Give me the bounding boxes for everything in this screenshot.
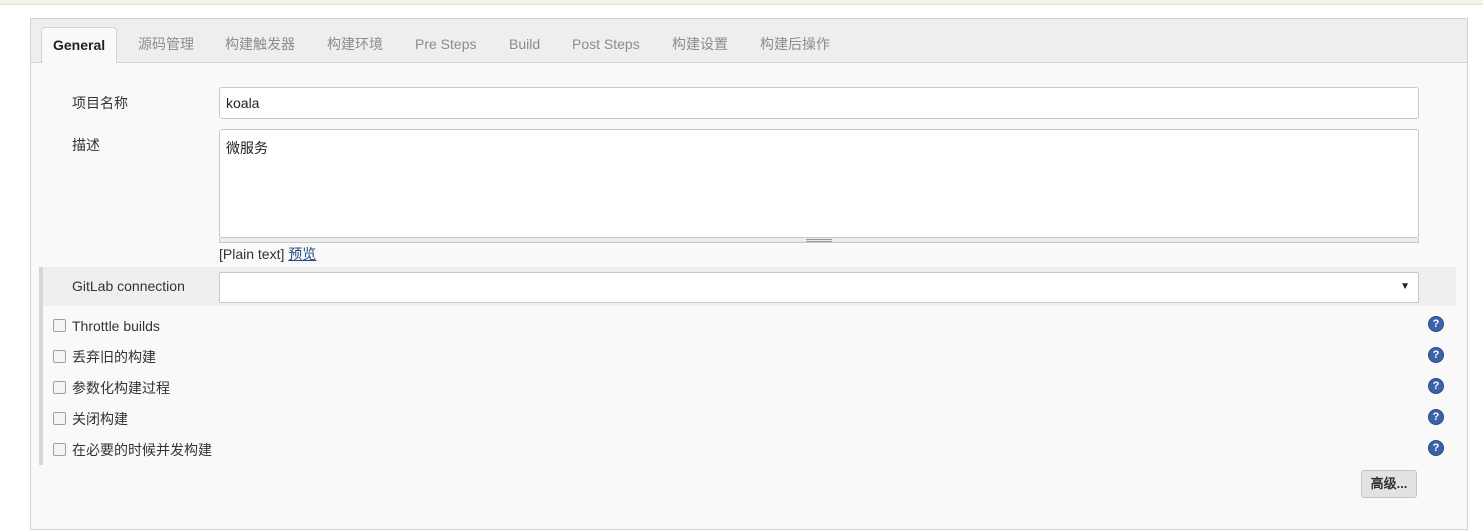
parameterized-build-label: 参数化构建过程: [72, 380, 170, 396]
preview-link[interactable]: 预览: [288, 246, 316, 262]
help-icon[interactable]: ?: [1428, 440, 1444, 456]
discard-old-builds-checkbox[interactable]: [53, 350, 66, 363]
help-icon[interactable]: ?: [1428, 347, 1444, 363]
discard-old-builds-label: 丢弃旧的构建: [72, 349, 156, 365]
description-label: 描述: [72, 137, 100, 153]
concurrent-builds-checkbox[interactable]: [53, 443, 66, 456]
disable-build-label: 关闭构建: [72, 411, 128, 427]
tab-build-environment[interactable]: 构建环境: [327, 27, 383, 62]
tab-build-triggers[interactable]: 构建触发器: [225, 27, 295, 62]
help-icon[interactable]: ?: [1428, 316, 1444, 332]
config-panel: General 源码管理 构建触发器 构建环境 Pre Steps Build …: [30, 18, 1468, 530]
tab-post-build-actions[interactable]: 构建后操作: [760, 27, 830, 62]
parameterized-build-checkbox[interactable]: [53, 381, 66, 394]
tab-source-management[interactable]: 源码管理: [138, 27, 194, 62]
gitlab-connection-row: GitLab connection ▼: [43, 267, 1456, 306]
grip-lines: [806, 239, 832, 242]
textarea-resize-handle[interactable]: [219, 238, 1419, 243]
gitlab-connection-label: GitLab connection: [72, 278, 185, 294]
project-name-label: 项目名称: [72, 95, 128, 111]
tab-post-steps[interactable]: Post Steps: [572, 27, 640, 62]
concurrent-builds-label: 在必要的时候并发构建: [72, 442, 212, 458]
dropdown-arrow-icon: ▼: [1400, 281, 1410, 292]
gitlab-connection-select[interactable]: ▼: [219, 272, 1419, 303]
throttle-builds-checkbox[interactable]: [53, 319, 66, 332]
help-icon[interactable]: ?: [1428, 378, 1444, 394]
tab-build[interactable]: Build: [509, 27, 540, 62]
tab-bar: General 源码管理 构建触发器 构建环境 Pre Steps Build …: [31, 19, 1467, 63]
tab-general[interactable]: General: [41, 27, 118, 63]
project-name-input[interactable]: [219, 87, 1419, 119]
description-format-line: [Plain text] 预览: [219, 244, 316, 264]
format-plain-text: [Plain text]: [219, 246, 285, 262]
throttle-builds-label: Throttle builds: [72, 318, 160, 334]
advanced-button[interactable]: 高级...: [1361, 470, 1417, 498]
disable-build-checkbox[interactable]: [53, 412, 66, 425]
top-strip: [0, 0, 1483, 5]
tab-pre-steps[interactable]: Pre Steps: [415, 27, 476, 62]
help-icon[interactable]: ?: [1428, 409, 1444, 425]
tab-build-settings[interactable]: 构建设置: [672, 27, 728, 62]
description-textarea[interactable]: 微服务: [219, 129, 1419, 238]
